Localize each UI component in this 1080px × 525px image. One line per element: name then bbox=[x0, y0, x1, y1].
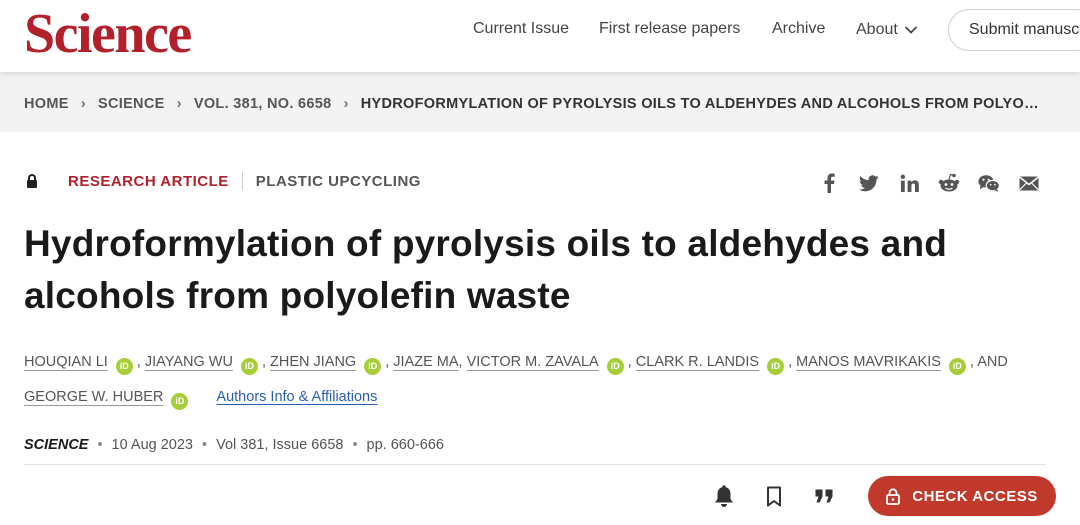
volume-issue[interactable]: Vol 381, Issue 6658 bbox=[216, 437, 343, 453]
linkedin-icon[interactable] bbox=[898, 172, 920, 194]
site-header: Science Current Issue First release pape… bbox=[0, 0, 1080, 72]
article-topic[interactable]: PLASTIC UPCYCLING bbox=[256, 173, 421, 190]
author-link[interactable]: JIAZE MA bbox=[393, 354, 458, 370]
article-title: Hydroformylation of pyrolysis oils to al… bbox=[24, 223, 948, 316]
twitter-icon[interactable] bbox=[858, 172, 880, 194]
divider bbox=[24, 464, 1046, 465]
reddit-icon[interactable] bbox=[938, 172, 960, 194]
author-link[interactable]: CLARK R. LANDIS bbox=[636, 354, 759, 370]
chevron-down-icon bbox=[904, 26, 917, 34]
bell-icon[interactable] bbox=[712, 484, 736, 508]
breadcrumb-bar: HOME › SCIENCE › VOL. 381, NO. 6658 › HY… bbox=[0, 72, 1080, 132]
submit-manuscript-button[interactable]: Submit manuscript bbox=[948, 9, 1080, 51]
wechat-icon[interactable] bbox=[978, 172, 1000, 194]
breadcrumb-science[interactable]: SCIENCE bbox=[98, 96, 165, 112]
article-meta-row: RESEARCH ARTICLE PLASTIC UPCYCLING bbox=[24, 172, 421, 190]
breadcrumb-issue[interactable]: VOL. 381, NO. 6658 bbox=[194, 96, 332, 112]
cite-quote-icon[interactable] bbox=[812, 484, 836, 508]
publication-info: SCIENCE • 10 Aug 2023 • Vol 381, Issue 6… bbox=[24, 437, 444, 453]
orcid-icon[interactable]: iD bbox=[115, 358, 133, 375]
orcid-icon[interactable]: iD bbox=[767, 358, 785, 375]
nav-about-label: About bbox=[856, 21, 898, 38]
orcid-icon[interactable]: iD bbox=[364, 358, 382, 375]
journal-name[interactable]: SCIENCE bbox=[24, 437, 88, 453]
author-link[interactable]: VICTOR M. ZAVALA bbox=[467, 354, 599, 370]
separator-dot: • bbox=[202, 437, 208, 453]
separator-dot: • bbox=[97, 437, 103, 453]
check-access-label: CHECK ACCESS bbox=[912, 487, 1038, 505]
breadcrumb: HOME › SCIENCE › VOL. 381, NO. 6658 › HY… bbox=[24, 95, 1041, 112]
science-logo[interactable]: Science bbox=[24, 4, 192, 64]
orcid-icon[interactable]: iD bbox=[606, 358, 624, 375]
share-bar bbox=[818, 172, 1040, 194]
facebook-icon[interactable] bbox=[818, 172, 840, 194]
divider bbox=[241, 172, 243, 190]
article-actions: CHECK ACCESS bbox=[712, 476, 1056, 516]
nav-archive[interactable]: Archive bbox=[772, 20, 825, 40]
lock-icon bbox=[886, 487, 901, 505]
chevron-right-icon: › bbox=[80, 95, 86, 112]
orcid-icon[interactable]: iD bbox=[240, 358, 258, 375]
chevron-right-icon: › bbox=[176, 95, 182, 112]
email-icon[interactable] bbox=[1018, 172, 1040, 194]
separator-dot: • bbox=[352, 437, 358, 453]
chevron-right-icon: › bbox=[343, 95, 349, 112]
author-link[interactable]: ZHEN JIANG bbox=[270, 354, 356, 370]
article-type[interactable]: RESEARCH ARTICLE bbox=[68, 173, 229, 190]
bookmark-icon[interactable] bbox=[762, 484, 786, 508]
orcid-icon[interactable]: iD bbox=[171, 393, 189, 410]
nav-about[interactable]: About bbox=[856, 20, 918, 40]
check-access-button[interactable]: CHECK ACCESS bbox=[868, 476, 1056, 516]
author-link[interactable]: JIAYANG WU bbox=[145, 354, 233, 370]
page-range: pp. 660-666 bbox=[366, 437, 444, 453]
author-conjunction: AND bbox=[977, 354, 1008, 370]
author-list: HOUQIAN LI iD, JIAYANG WU iD, ZHEN JIANG iD… bbox=[24, 345, 1044, 415]
orcid-icon[interactable]: iD bbox=[948, 358, 966, 375]
lock-icon bbox=[27, 174, 37, 188]
authors-info-affiliations-link[interactable]: Authors Info & Affiliations bbox=[216, 389, 377, 405]
breadcrumb-article: HYDROFORMYLATION OF PYROLYSIS OILS TO AL… bbox=[360, 95, 1041, 112]
author-link[interactable]: GEORGE W. HUBER bbox=[24, 389, 163, 405]
publication-date: 10 Aug 2023 bbox=[111, 437, 193, 453]
nav-first-release-papers[interactable]: First release papers bbox=[599, 20, 740, 40]
breadcrumb-home[interactable]: HOME bbox=[24, 96, 69, 112]
author-link[interactable]: MANOS MAVRIKAKIS bbox=[796, 354, 941, 370]
nav-current-issue[interactable]: Current Issue bbox=[473, 20, 569, 40]
author-link[interactable]: HOUQIAN LI bbox=[24, 354, 108, 370]
